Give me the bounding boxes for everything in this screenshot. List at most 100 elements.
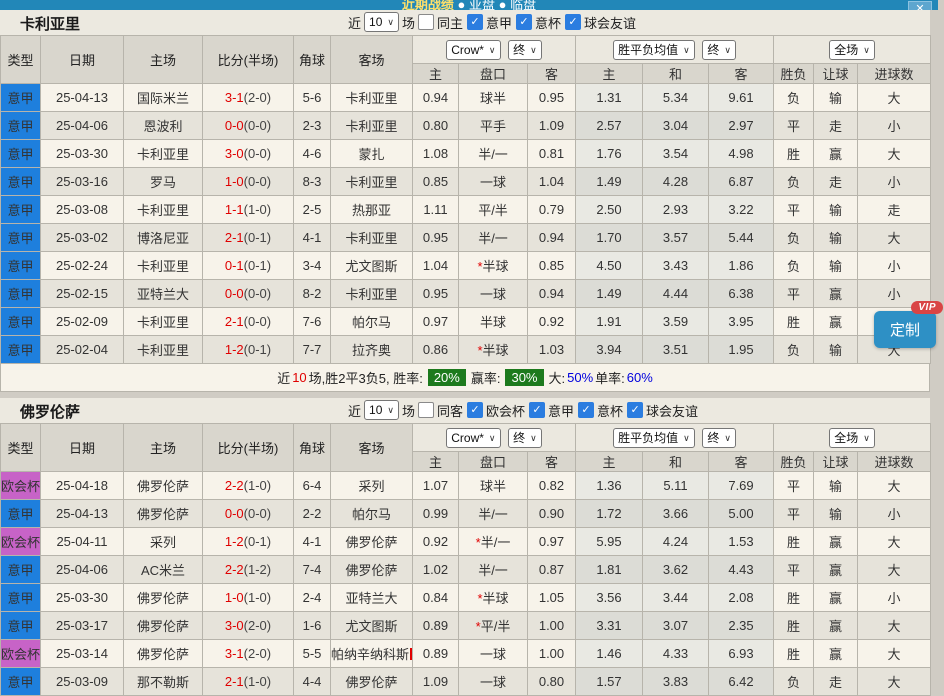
recent-count-select[interactable]: 10∨ (364, 12, 399, 32)
chevron-down-icon: ∨ (387, 14, 394, 30)
corner-score: 7-7 (294, 336, 331, 364)
league-filter-label: 欧会杯 (486, 401, 525, 420)
final-score: 1-0 (225, 590, 244, 605)
scope-select[interactable]: 全场∨ (829, 428, 875, 448)
scope-group-header: 全场∨ (774, 36, 931, 64)
match-date: 25-03-02 (41, 224, 124, 252)
final-odds-value: 终 (513, 42, 525, 58)
subcol-home-odds: 主 (413, 64, 459, 84)
handicap-value: 一球 (480, 675, 506, 690)
away-team: 帕尔马 (331, 308, 413, 336)
col-header-corner: 角球 (294, 424, 331, 472)
away-odds: 0.87 (528, 556, 576, 584)
recent-count-value: 10 (369, 402, 382, 418)
average-odds-group-header: 胜平负均值∨ 终∨ (576, 424, 774, 452)
recent-count-select[interactable]: 10∨ (364, 400, 399, 420)
avg-home-odds: 1.70 (576, 224, 643, 252)
avg-draw-odds: 3.44 (643, 584, 709, 612)
half-score: (0-0) (244, 286, 271, 301)
customize-vip-button[interactable]: 定制 VIP (874, 311, 936, 348)
avg-odds-select[interactable]: 胜平负均值∨ (613, 40, 695, 60)
summary-text: 大: (549, 368, 566, 387)
match-result: 负 (774, 252, 814, 280)
home-odds: 0.94 (413, 84, 459, 112)
away-odds: 1.00 (528, 640, 576, 668)
home-team: 那不勒斯 (124, 668, 203, 696)
match-table-body: 意甲25-04-13国际米兰3-1(2-0)5-6卡利亚里0.94球半0.951… (1, 84, 931, 364)
home-team: AC米兰 (124, 556, 203, 584)
match-row: 意甲25-04-06AC米兰2-2(1-2)7-4佛罗伦萨1.02半/一0.87… (1, 556, 931, 584)
handicap-result: 赢 (814, 640, 858, 668)
chevron-down-icon: ∨ (489, 42, 496, 58)
league-filter-checkbox-serie-a[interactable]: ✓ (467, 14, 483, 30)
league-filter-checkbox-friendly[interactable]: ✓ (627, 402, 643, 418)
final-odds-select[interactable]: 终∨ (508, 40, 542, 60)
odds-source-select[interactable]: Crow*∨ (446, 40, 500, 60)
handicap-result: 走 (814, 112, 858, 140)
same-away-checkbox[interactable] (418, 402, 434, 418)
match-date: 25-02-24 (41, 252, 124, 280)
half-score: (0-0) (244, 146, 271, 161)
league-filter-checkbox-friendly[interactable]: ✓ (565, 14, 581, 30)
match-row: 欧会杯25-04-11采列1-2(0-1)4-1佛罗伦萨0.92*半/一0.97… (1, 528, 931, 556)
avg-away-odds: 5.44 (709, 224, 774, 252)
subcol-result: 胜负 (774, 452, 814, 472)
match-row: 欧会杯25-04-18佛罗伦萨2-2(1-0)6-4采列1.07球半0.821.… (1, 472, 931, 500)
avg-draw-odds: 3.66 (643, 500, 709, 528)
away-odds: 1.05 (528, 584, 576, 612)
match-history-table-cagliari: 类型 日期 主场 比分(半场) 角球 客场 Crow*∨ 终∨ 胜平负均值∨ 终… (0, 35, 931, 364)
match-row: 意甲25-03-08卡利亚里1-1(1-0)2-5热那亚1.11平/半0.792… (1, 196, 931, 224)
handicap-result: 赢 (814, 584, 858, 612)
away-team: 佛罗伦萨 (331, 668, 413, 696)
score-cell: 0-0(0-0) (203, 112, 294, 140)
away-team: 热那亚 (331, 196, 413, 224)
home-team: 采列 (124, 528, 203, 556)
win-rate-badge: 20% (428, 369, 466, 386)
handicap-value: 半/一 (478, 507, 508, 522)
subcol-avg-draw: 和 (643, 64, 709, 84)
recent-label: 近 (348, 401, 361, 420)
window-titlebar: 近期战绩 ● 亚盘 ● 临盘 ✕ (0, 0, 938, 10)
close-button[interactable]: ✕ (908, 1, 932, 10)
league-filter-checkbox-coppa[interactable]: ✓ (516, 14, 532, 30)
avg-draw-odds: 4.24 (643, 528, 709, 556)
home-odds: 0.97 (413, 308, 459, 336)
avg-away-odds: 6.38 (709, 280, 774, 308)
avg-odds-select[interactable]: 胜平负均值∨ (613, 428, 695, 448)
score-cell: 0-0(0-0) (203, 280, 294, 308)
league-badge: 意甲 (1, 668, 41, 696)
league-filter-checkbox-coppa[interactable]: ✓ (578, 402, 594, 418)
avg-home-odds: 4.50 (576, 252, 643, 280)
handicap-value: 半球 (483, 259, 509, 274)
final-odds-select[interactable]: 终∨ (702, 40, 736, 60)
corner-score: 2-3 (294, 112, 331, 140)
odds-source-select[interactable]: Crow*∨ (446, 428, 500, 448)
same-home-checkbox[interactable] (418, 14, 434, 30)
handicap: 一球 (459, 640, 528, 668)
league-badge: 意甲 (1, 556, 41, 584)
league-filter-label: 意杯 (535, 13, 561, 32)
handicap-result: 走 (814, 668, 858, 696)
handicap-value: 一球 (480, 175, 506, 190)
final-odds-select[interactable]: 终∨ (702, 428, 736, 448)
avg-away-odds: 7.69 (709, 472, 774, 500)
league-filter-checkbox-conference[interactable]: ✓ (467, 402, 483, 418)
home-odds: 1.07 (413, 472, 459, 500)
half-score: (2-0) (244, 646, 271, 661)
avg-away-odds: 1.53 (709, 528, 774, 556)
league-filter-checkbox-serie-a[interactable]: ✓ (529, 402, 545, 418)
summary-text: 场,胜2平3负5, 胜率: (309, 368, 423, 387)
avg-home-odds: 1.49 (576, 280, 643, 308)
col-header-away: 客场 (331, 424, 413, 472)
scope-select[interactable]: 全场∨ (829, 40, 875, 60)
handicap: 半/一 (459, 224, 528, 252)
scope-value: 全场 (834, 42, 858, 58)
home-odds: 0.95 (413, 280, 459, 308)
goals-total: 大 (858, 84, 931, 112)
half-score: (0-1) (244, 534, 271, 549)
match-date: 25-04-06 (41, 556, 124, 584)
score-cell: 2-1(0-1) (203, 224, 294, 252)
match-result: 胜 (774, 612, 814, 640)
odds-source-value: Crow* (451, 430, 484, 446)
final-odds-select[interactable]: 终∨ (508, 428, 542, 448)
